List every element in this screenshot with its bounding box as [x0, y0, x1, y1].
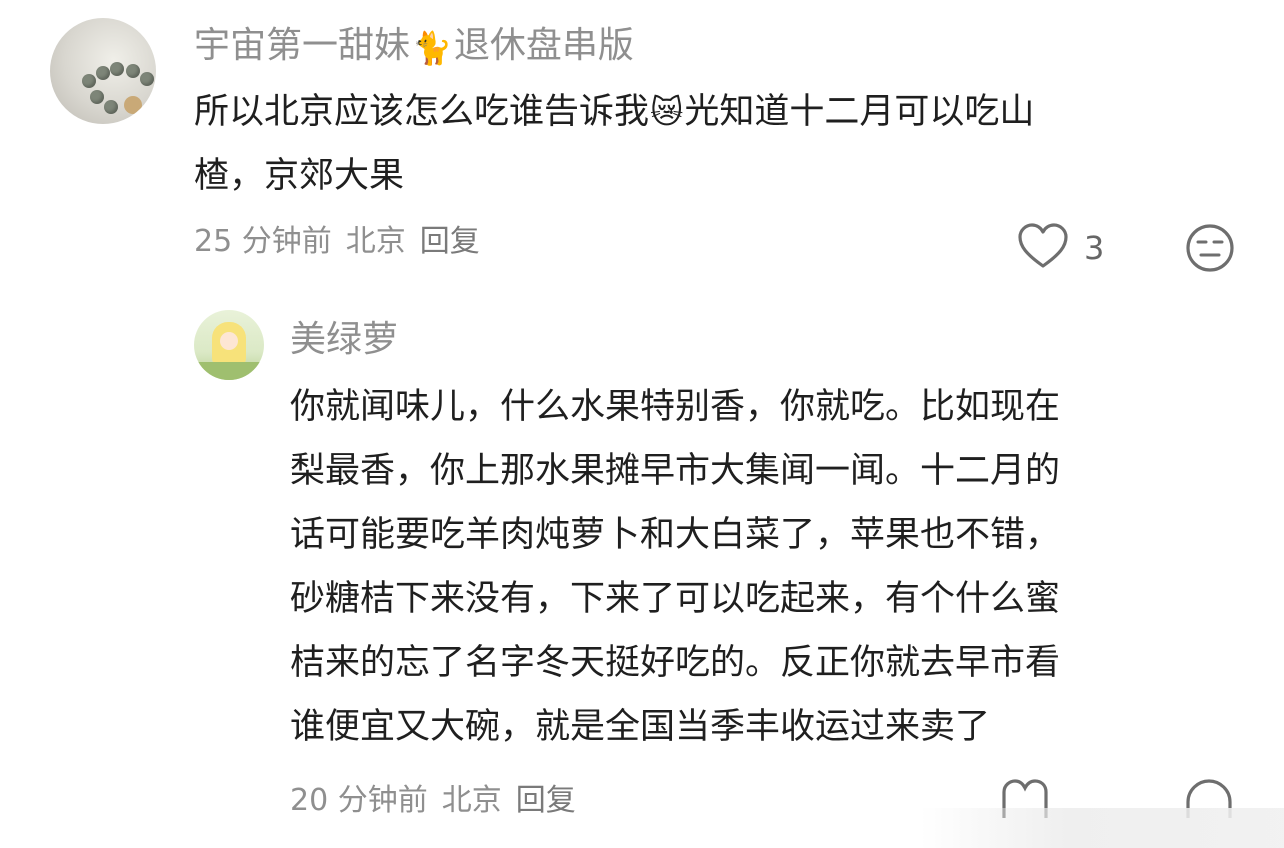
- charm-decoration: [124, 96, 142, 114]
- reply-line: 桔来的忘了名字冬天挺好吃的。反正你就去早市看: [290, 643, 1061, 683]
- comment-line-2: 楂，京郊大果: [194, 156, 405, 196]
- reply-meta: 20 分钟前 北京 回复: [290, 786, 590, 816]
- like-count: 3: [1084, 229, 1105, 267]
- comment-meta: 25 分钟前 北京 回复: [194, 227, 494, 257]
- reply-line: 梨最香，你上那水果摊早市大集闻一闻。十二月的: [290, 451, 1061, 491]
- like-button[interactable]: [1016, 222, 1070, 272]
- crying-cat-icon: 😿: [650, 93, 684, 131]
- reply-line: 你就闻味儿，什么水果特别香，你就吃。比如现在: [290, 387, 1061, 427]
- reply-line: 话可能要吃羊肉炖萝卜和大白菜了，苹果也不错，: [290, 515, 1061, 555]
- username-suffix: 退休盘串版: [453, 25, 634, 66]
- comment-username[interactable]: 宇宙第一甜妹🐈退休盘串版: [194, 25, 634, 67]
- reply-avatar[interactable]: [194, 310, 264, 380]
- comment-text: 所以北京应该怎么吃谁告诉我😿光知道十二月可以吃山 楂，京郊大果: [194, 80, 1234, 208]
- bead-decoration: [110, 62, 124, 76]
- bead-decoration: [90, 90, 104, 104]
- reply-location: 北京: [441, 783, 502, 818]
- bead-decoration: [140, 72, 154, 86]
- bead-decoration: [104, 100, 118, 114]
- username-text: 宇宙第一甜妹: [194, 25, 411, 66]
- avatar-ground: [194, 362, 264, 380]
- neutral-face-icon: [1186, 224, 1234, 272]
- reply-text: 你就闻味儿，什么水果特别香，你就吃。比如现在 梨最香，你上那水果摊早市大集闻一闻…: [290, 375, 1250, 759]
- reply-line: 砂糖桔下来没有，下来了可以吃起来，有个什么蜜: [290, 579, 1061, 619]
- cat-icon: 🐈: [412, 29, 452, 67]
- comment-line-1: 所以北京应该怎么吃谁告诉我😿光知道十二月可以吃山: [194, 80, 1234, 144]
- reply-button[interactable]: 回复: [420, 224, 480, 259]
- watermark-strip: [920, 808, 1284, 848]
- heart-icon: [1018, 223, 1068, 268]
- avatar-face: [220, 332, 238, 350]
- comment-location: 北京: [345, 224, 406, 259]
- bead-decoration: [126, 64, 140, 78]
- reply-reply-button[interactable]: 回复: [516, 783, 576, 818]
- avatar[interactable]: [50, 18, 156, 124]
- bead-decoration: [82, 74, 96, 88]
- reply-time: 20 分钟前: [290, 783, 428, 818]
- dislike-button[interactable]: [1184, 222, 1236, 274]
- bead-decoration: [96, 66, 110, 80]
- comment-time: 25 分钟前: [194, 224, 332, 259]
- reply-username[interactable]: 美绿萝: [290, 322, 398, 358]
- reply-line: 谁便宜又大碗，就是全国当季丰收运过来卖了: [290, 707, 991, 747]
